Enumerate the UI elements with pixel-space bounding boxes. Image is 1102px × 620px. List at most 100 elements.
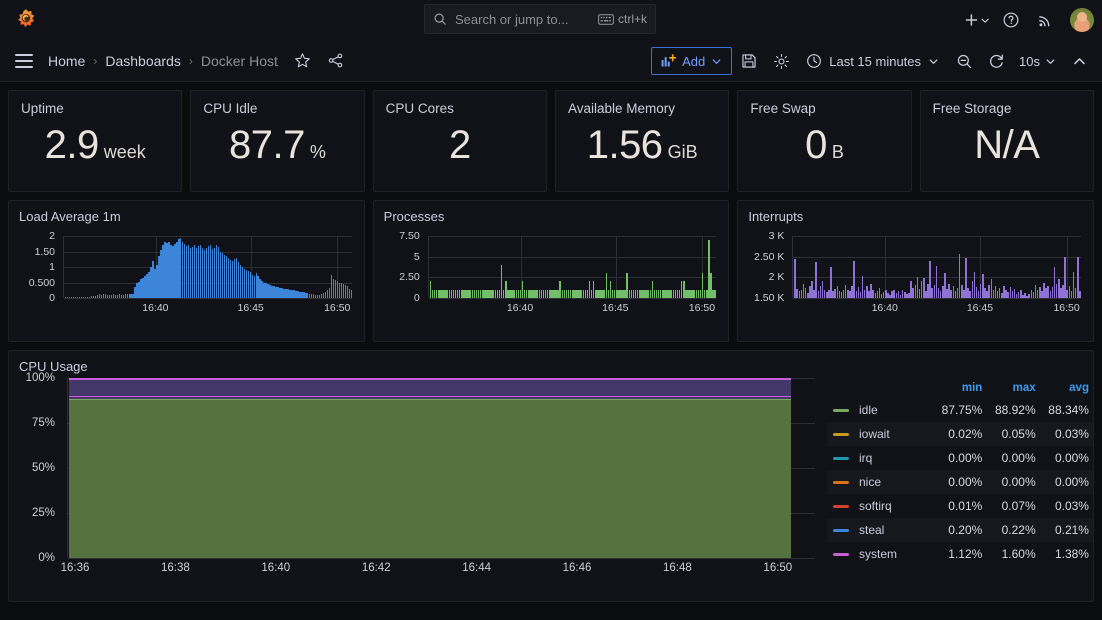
cpu-usage-x-axis: 16:3616:3816:4016:4216:4416:4616:4816:50 xyxy=(67,562,815,578)
legend-row[interactable]: idle87.75%88.92%88.34% xyxy=(827,398,1094,422)
search-shortcut-text: ctrl+k xyxy=(618,12,647,26)
panel-stat-free-swap[interactable]: Free Swap0B xyxy=(737,90,911,192)
help-button[interactable] xyxy=(996,5,1026,35)
legend-value-max: 0.22% xyxy=(982,523,1035,537)
panel-stat-available-memory[interactable]: Available Memory1.56GiB xyxy=(555,90,729,192)
news-button[interactable] xyxy=(1030,5,1060,35)
breadcrumb-item-dashboards[interactable]: Dashboards xyxy=(105,53,181,69)
legend-series-name[interactable]: iowait xyxy=(859,427,929,441)
stat-title: Free Swap xyxy=(738,91,910,116)
legend-series-name[interactable]: steal xyxy=(859,523,929,537)
legend-color-swatch-nice[interactable] xyxy=(833,481,849,484)
plot-area[interactable] xyxy=(792,236,1081,298)
chevron-down-icon xyxy=(1045,56,1056,67)
legend-series-name[interactable]: irq xyxy=(859,451,929,465)
favorite-dashboard-button[interactable] xyxy=(294,52,311,69)
cpu-usage-plot-area[interactable] xyxy=(67,378,815,558)
stat-unit: B xyxy=(832,142,844,163)
legend-series-name[interactable]: softirq xyxy=(859,499,929,513)
legend-value-max: 1.60% xyxy=(982,547,1035,561)
legend-header-row: minmaxavg xyxy=(827,382,1094,398)
legend-series-name[interactable]: system xyxy=(859,547,929,561)
legend-value-max: 0.00% xyxy=(982,451,1035,465)
legend-column-header-min[interactable]: min xyxy=(929,382,982,394)
grid-line xyxy=(68,558,815,559)
legend-color-swatch-softirq[interactable] xyxy=(833,505,849,508)
legend-value-min: 0.00% xyxy=(929,451,982,465)
create-new-button[interactable] xyxy=(962,5,992,35)
legend-value-max: 0.00% xyxy=(982,475,1035,489)
collapse-toolbar-button[interactable] xyxy=(1064,46,1094,76)
breadcrumb-item-docker-host[interactable]: Docker Host xyxy=(201,53,278,69)
plot-area[interactable] xyxy=(428,236,717,298)
legend-color-swatch-irq[interactable] xyxy=(833,457,849,460)
stat-value-container: 2.9week xyxy=(9,123,181,168)
stat-unit: % xyxy=(310,142,326,163)
panel-stat-uptime[interactable]: Uptime2.9week xyxy=(8,90,182,192)
panel-processes[interactable]: Processes7.5052.50016:4016:4516:50 xyxy=(373,200,730,342)
plot-area[interactable] xyxy=(63,236,352,298)
grid-line xyxy=(64,298,352,299)
cpu-y-axis-tick: 25% xyxy=(32,507,55,519)
stat-title: CPU Idle xyxy=(191,91,363,116)
add-panel-button[interactable]: Add xyxy=(651,47,732,75)
legend-color-swatch-system[interactable] xyxy=(833,553,849,556)
gear-icon xyxy=(773,53,790,70)
x-axis: 16:4016:4516:50 xyxy=(428,302,717,316)
legend-row[interactable]: iowait0.02%0.05%0.03% xyxy=(827,422,1094,446)
panel-cpu-usage[interactable]: CPU Usage 100%75%50%25%0% 16:3616:3816:4… xyxy=(8,350,1094,602)
panel-stat-cpu-idle[interactable]: CPU Idle87.7% xyxy=(190,90,364,192)
legend-color-swatch-idle[interactable] xyxy=(833,409,849,412)
stat-title: Available Memory xyxy=(556,91,728,116)
time-range-picker[interactable]: Last 15 minutes xyxy=(798,47,947,75)
dashboard-settings-button[interactable] xyxy=(766,46,796,76)
search-shortcut-hint: ctrl+k xyxy=(598,12,647,26)
zoom-out-time-button[interactable] xyxy=(949,46,979,76)
stat-value: 2.9 xyxy=(45,123,99,168)
legend-value-min: 0.02% xyxy=(929,427,982,441)
y-axis: 7.5052.500 xyxy=(382,236,424,298)
refresh-interval-picker[interactable]: 10s xyxy=(1013,47,1062,75)
cpu-y-axis-tick: 75% xyxy=(32,417,55,429)
cpu-x-axis-tick: 16:50 xyxy=(763,562,792,574)
legend-row[interactable]: irq0.00%0.00%0.00% xyxy=(827,446,1094,470)
legend-color-swatch-iowait[interactable] xyxy=(833,433,849,436)
legend-column-header-avg[interactable]: avg xyxy=(1036,382,1089,394)
legend-row[interactable]: nice0.00%0.00%0.00% xyxy=(827,470,1094,494)
keyboard-icon xyxy=(598,14,614,25)
chevron-up-icon xyxy=(1072,54,1087,69)
share-dashboard-button[interactable] xyxy=(327,52,344,69)
refresh-dashboard-button[interactable] xyxy=(981,46,1011,76)
legend-color-swatch-steal[interactable] xyxy=(833,529,849,532)
legend-value-avg: 0.00% xyxy=(1036,451,1089,465)
grafana-logo-button[interactable] xyxy=(0,8,52,32)
legend-row[interactable]: system1.12%1.60%1.38% xyxy=(827,542,1094,566)
legend-value-min: 0.00% xyxy=(929,475,982,489)
legend-series-name[interactable]: nice xyxy=(859,475,929,489)
save-dashboard-button[interactable] xyxy=(734,46,764,76)
cpu-y-axis-tick: 0% xyxy=(38,552,55,564)
refresh-icon xyxy=(988,53,1005,70)
chevron-down-icon xyxy=(928,56,939,67)
legend-row[interactable]: softirq0.01%0.07%0.03% xyxy=(827,494,1094,518)
bar xyxy=(1079,291,1081,298)
legend-column-header-max[interactable]: max xyxy=(982,382,1035,394)
panel-load-average-1m[interactable]: Load Average 1m21.5010.500016:4016:4516:… xyxy=(8,200,365,342)
panel-interrupts[interactable]: Interrupts3 K2.50 K2 K1.50 K16:4016:4516… xyxy=(737,200,1094,342)
breadcrumb-separator: › xyxy=(93,54,97,68)
legend-series-name[interactable]: idle xyxy=(859,403,929,417)
grid-line xyxy=(429,298,717,299)
search-input[interactable]: Search or jump to... ctrl+k xyxy=(424,4,656,34)
panel-stat-cpu-cores[interactable]: CPU Cores2 xyxy=(373,90,547,192)
y-axis-tick: 0 xyxy=(49,292,55,304)
chevron-down-icon xyxy=(980,15,990,26)
menu-toggle-button[interactable] xyxy=(0,54,48,68)
legend-value-avg: 1.38% xyxy=(1036,547,1089,561)
stat-value: 1.56 xyxy=(587,123,663,168)
user-avatar-button[interactable] xyxy=(1070,8,1094,32)
panel-stat-free-storage[interactable]: Free StorageN/A xyxy=(920,90,1094,192)
chart-body: 7.5052.500 16:4016:4516:50 xyxy=(382,236,721,328)
breadcrumb-item-home[interactable]: Home xyxy=(48,53,85,69)
legend-row[interactable]: steal0.20%0.22%0.21% xyxy=(827,518,1094,542)
cpu-x-axis-tick: 16:44 xyxy=(462,562,491,574)
